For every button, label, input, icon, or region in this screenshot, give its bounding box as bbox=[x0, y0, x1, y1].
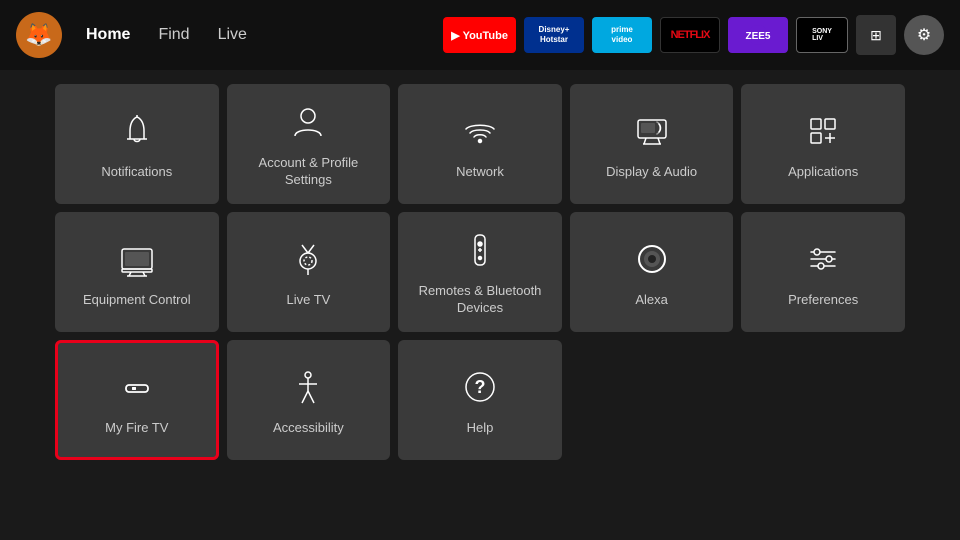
tile-preferences-label: Preferences bbox=[788, 292, 858, 309]
nav-find[interactable]: Find bbox=[158, 26, 189, 44]
sliders-icon bbox=[800, 236, 846, 282]
tile-notifications-label: Notifications bbox=[101, 164, 172, 181]
svg-text:?: ? bbox=[474, 377, 485, 397]
youtube-shortcut[interactable]: ▶ YouTube bbox=[443, 17, 516, 53]
nav-live[interactable]: Live bbox=[218, 26, 247, 44]
prime-shortcut[interactable]: primevideo bbox=[592, 17, 652, 53]
tile-preferences[interactable]: Preferences bbox=[741, 212, 905, 332]
empty-tile-2 bbox=[741, 340, 905, 460]
tile-account-label: Account & Profile Settings bbox=[235, 155, 383, 189]
tile-account[interactable]: Account & Profile Settings bbox=[227, 84, 391, 204]
apps-icon bbox=[800, 108, 846, 154]
svg-text:ZEE5: ZEE5 bbox=[745, 31, 770, 42]
tile-alexa-label: Alexa bbox=[635, 292, 668, 309]
tile-applications-label: Applications bbox=[788, 164, 858, 181]
tile-myfiretv-label: My Fire TV bbox=[105, 420, 168, 437]
tile-equipment-label: Equipment Control bbox=[83, 292, 191, 309]
antenna-icon bbox=[285, 236, 331, 282]
tile-myfiretv[interactable]: My Fire TV bbox=[55, 340, 219, 460]
tile-accessibility-label: Accessibility bbox=[273, 420, 344, 437]
settings-container: Notifications Account & Profile Settings… bbox=[0, 70, 960, 474]
accessibility-icon bbox=[285, 364, 331, 410]
tile-network[interactable]: Network bbox=[398, 84, 562, 204]
tile-display[interactable]: Display & Audio bbox=[570, 84, 734, 204]
nav-app-shortcuts: ▶ YouTube Disney+Hotstar primevideo NETF… bbox=[443, 15, 944, 55]
display-icon bbox=[629, 108, 675, 154]
nav-home[interactable]: Home bbox=[86, 26, 130, 44]
tile-accessibility[interactable]: Accessibility bbox=[227, 340, 391, 460]
tile-notifications[interactable]: Notifications bbox=[55, 84, 219, 204]
nav-links: Home Find Live bbox=[86, 26, 247, 44]
tile-applications[interactable]: Applications bbox=[741, 84, 905, 204]
top-navigation: 🦊 Home Find Live ▶ YouTube Disney+Hotsta… bbox=[0, 0, 960, 70]
firetv-icon bbox=[114, 364, 160, 410]
disney-shortcut[interactable]: Disney+Hotstar bbox=[524, 17, 584, 53]
tile-remotes-label: Remotes & Bluetooth Devices bbox=[406, 283, 554, 317]
tile-display-label: Display & Audio bbox=[606, 164, 697, 181]
tv-icon bbox=[114, 236, 160, 282]
tile-equipment[interactable]: Equipment Control bbox=[55, 212, 219, 332]
tile-livetv-label: Live TV bbox=[286, 292, 330, 309]
help-icon: ? bbox=[457, 364, 503, 410]
netflix-shortcut[interactable]: NETFLIX bbox=[660, 17, 720, 53]
apps-grid-button[interactable]: ⊞ bbox=[856, 15, 896, 55]
remote-icon bbox=[457, 227, 503, 273]
app-logo[interactable]: 🦊 bbox=[16, 12, 62, 58]
alexa-icon bbox=[629, 236, 675, 282]
empty-tile-1 bbox=[570, 340, 734, 460]
settings-grid: Notifications Account & Profile Settings… bbox=[55, 84, 905, 460]
person-icon bbox=[285, 99, 331, 145]
tile-livetv[interactable]: Live TV bbox=[227, 212, 391, 332]
sonyliv-shortcut[interactable]: SONYLIV bbox=[796, 17, 848, 53]
wifi-icon bbox=[457, 108, 503, 154]
bell-icon bbox=[114, 108, 160, 154]
tile-alexa[interactable]: Alexa bbox=[570, 212, 734, 332]
zee5-shortcut[interactable]: ZEE5 bbox=[728, 17, 788, 53]
tile-network-label: Network bbox=[456, 164, 504, 181]
settings-button[interactable]: ⚙ bbox=[904, 15, 944, 55]
tile-help[interactable]: ? Help bbox=[398, 340, 562, 460]
tile-remotes[interactable]: Remotes & Bluetooth Devices bbox=[398, 212, 562, 332]
tile-help-label: Help bbox=[467, 420, 494, 437]
